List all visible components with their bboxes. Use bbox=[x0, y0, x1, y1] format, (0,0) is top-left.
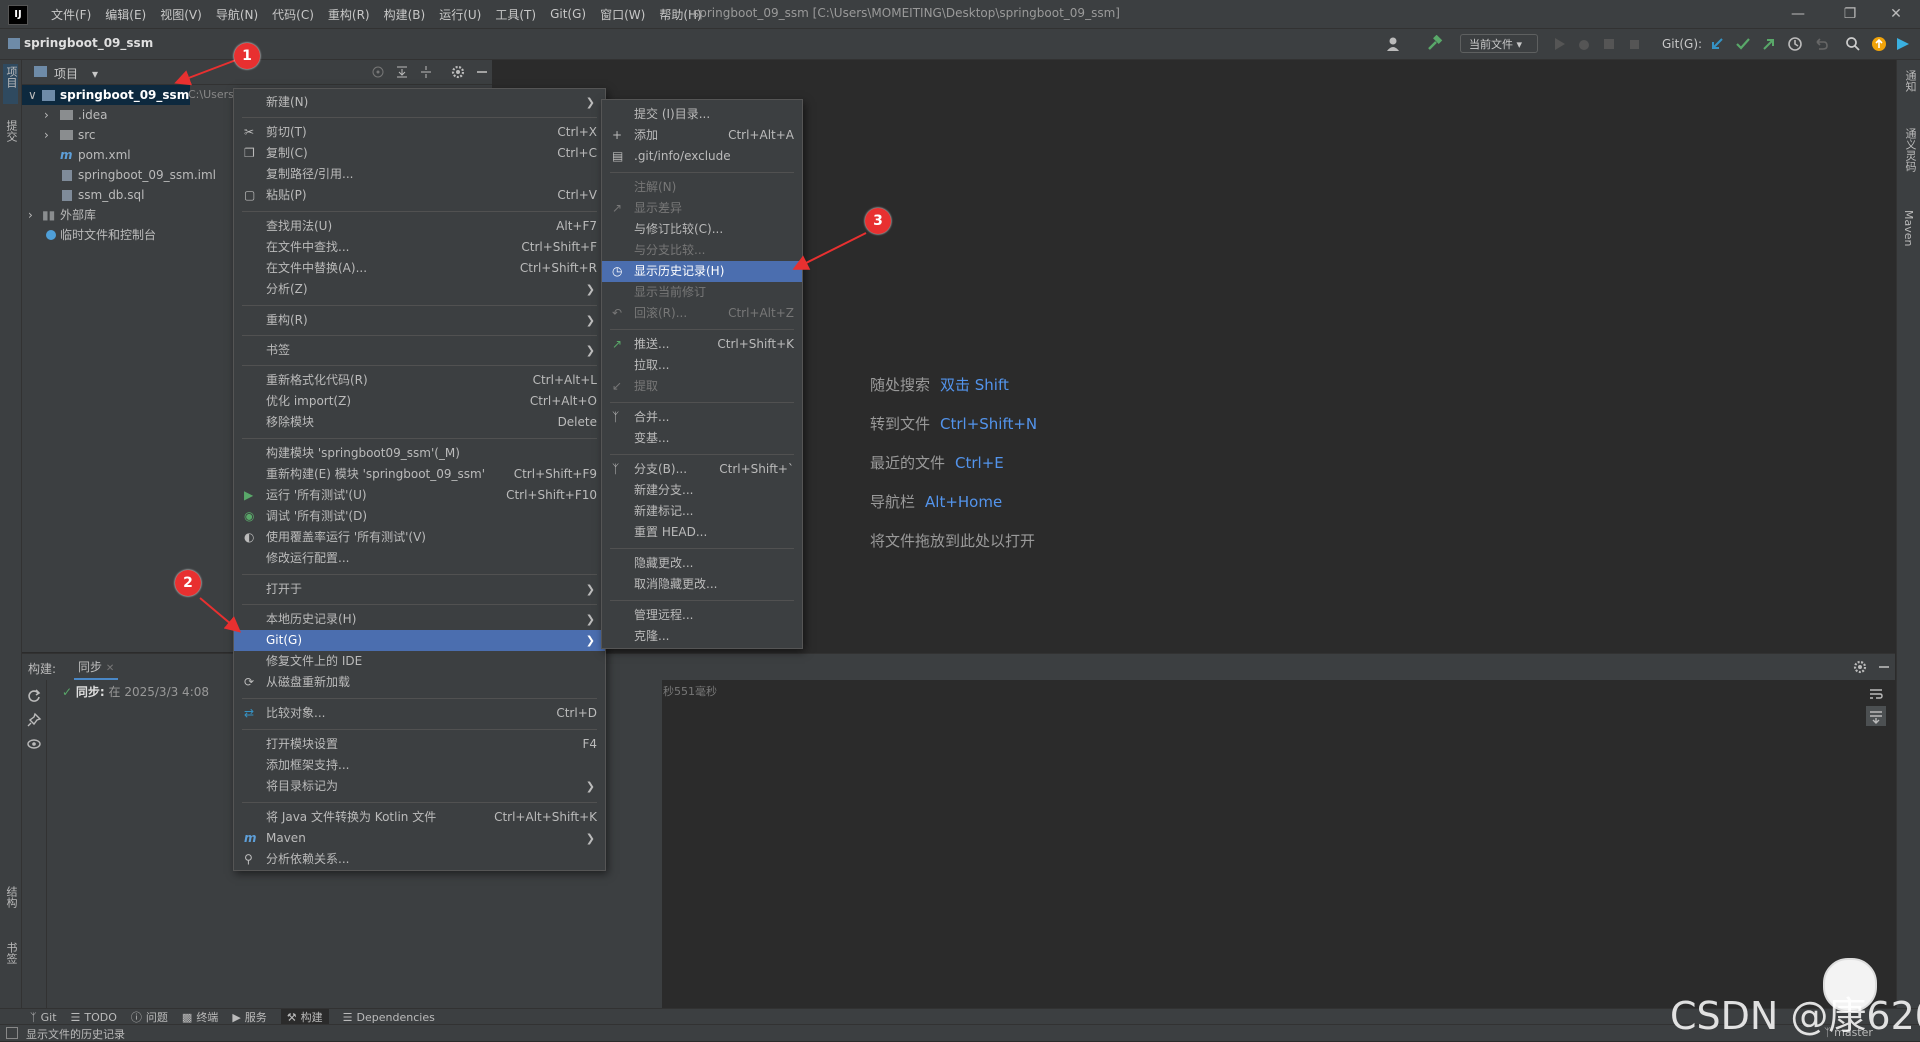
annotation-arrows bbox=[174, 59, 867, 633]
annotation-arrow-1 bbox=[174, 59, 237, 86]
csdn-watermark: CSDN @康620 bbox=[1670, 994, 1920, 1038]
annotation-badge-1: 1 bbox=[234, 43, 260, 69]
annotation-badge-2: 2 bbox=[175, 570, 201, 596]
annotation-arrow-2 bbox=[199, 597, 242, 633]
annotation-arrow-3 bbox=[792, 232, 867, 270]
annotation-badge-3: 3 bbox=[865, 208, 891, 234]
